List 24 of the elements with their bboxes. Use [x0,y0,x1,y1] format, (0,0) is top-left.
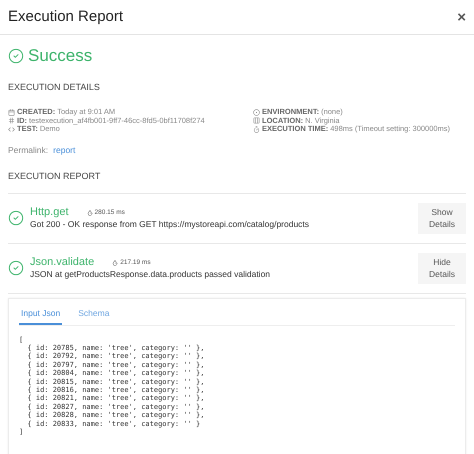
details-button[interactable]: Hide Details [418,252,466,284]
calendar-icon [8,108,15,116]
timer-icon [253,126,260,133]
status-label: Success [28,45,92,67]
window-title: Execution Report [8,6,124,27]
columns-icon [253,117,260,124]
close-button[interactable]: × [457,10,466,24]
target-icon [253,108,260,116]
panel-tab[interactable]: Input Json [19,306,62,324]
details-button[interactable]: Show Details [418,202,466,234]
section-heading: EXECUTION DETAILS [8,80,101,94]
step-name: Http.get [30,206,69,218]
permalink-label: Permalink: [8,144,48,156]
check-circle-icon [8,210,24,226]
hash-icon [8,117,15,124]
check-circle-icon [8,48,24,64]
timer-icon [86,210,93,216]
code-icon [8,126,15,133]
check-circle-icon [8,260,24,276]
step-name: Json.validate [30,256,94,268]
section-heading: EXECUTION REPORT [8,170,102,184]
step-message: JSON at getProductsResponse.data.products passed validation [30,268,272,281]
step-message: Got 200 - OK response from GET https://mystoreapi.com/catalog/products [30,218,310,231]
timer-icon [112,260,118,266]
